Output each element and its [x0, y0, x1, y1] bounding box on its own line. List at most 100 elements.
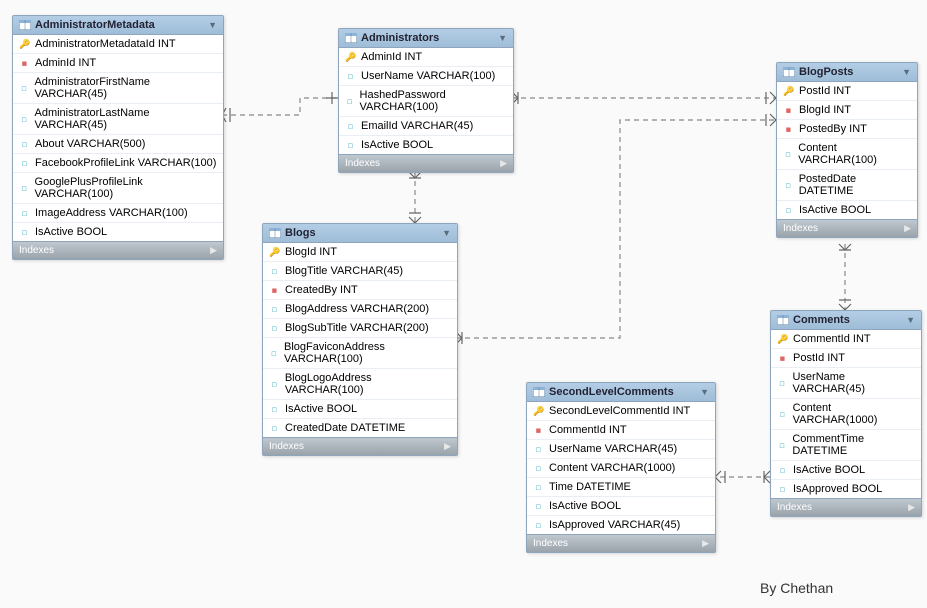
- collapse-icon[interactable]: ▼: [906, 315, 915, 325]
- collapse-icon[interactable]: ▼: [498, 33, 507, 43]
- table-footer[interactable]: Indexes ▶: [263, 437, 457, 455]
- column-row[interactable]: ◇About VARCHAR(500): [13, 135, 223, 154]
- column-row[interactable]: ◇Content VARCHAR(1000): [771, 399, 921, 430]
- table-footer[interactable]: Indexes ▶: [527, 534, 715, 552]
- expand-icon[interactable]: ▶: [908, 502, 915, 513]
- column-row[interactable]: ◆CreatedBy INT: [263, 281, 457, 300]
- table-header[interactable]: AdministratorMetadata ▼: [13, 16, 223, 35]
- column-label: IsActive BOOL: [35, 226, 107, 238]
- column-row[interactable]: 🔑PostId INT: [777, 82, 917, 101]
- column-row[interactable]: ◇PostedDate DATETIME: [777, 170, 917, 201]
- expand-icon[interactable]: ▶: [210, 245, 217, 256]
- column-row[interactable]: ◇Content VARCHAR(100): [777, 139, 917, 170]
- table-header[interactable]: SecondLevelComments ▼: [527, 383, 715, 402]
- table-header[interactable]: Blogs ▼: [263, 224, 457, 243]
- column-row[interactable]: ◇BlogAddress VARCHAR(200): [263, 300, 457, 319]
- column-label: Time DATETIME: [549, 481, 631, 493]
- column-row[interactable]: ◇GooglePlusProfileLink VARCHAR(100): [13, 173, 223, 204]
- column-icon: ◇: [267, 420, 284, 437]
- column-row[interactable]: ◇HashedPassword VARCHAR(100): [339, 86, 513, 117]
- column-row[interactable]: ◆PostId INT: [771, 349, 921, 368]
- table-body: 🔑AdministratorMetadataId INT ◆AdminId IN…: [13, 35, 223, 241]
- column-row[interactable]: ◇FacebookProfileLink VARCHAR(100): [13, 154, 223, 173]
- table-footer[interactable]: Indexes ▶: [13, 241, 223, 259]
- column-row[interactable]: ◆CommentId INT: [527, 421, 715, 440]
- collapse-icon[interactable]: ▼: [700, 387, 709, 397]
- column-row[interactable]: ◇IsActive BOOL: [263, 400, 457, 419]
- column-label: IsApproved BOOL: [793, 483, 882, 495]
- column-row[interactable]: ◇IsActive BOOL: [771, 461, 921, 480]
- table-blog-posts[interactable]: BlogPosts ▼ 🔑PostId INT ◆BlogId INT ◆Pos…: [776, 62, 918, 238]
- column-row[interactable]: ◇UserName VARCHAR(45): [527, 440, 715, 459]
- column-row[interactable]: 🔑BlogId INT: [263, 243, 457, 262]
- column-label: PostId INT: [793, 352, 845, 364]
- table-header[interactable]: Comments ▼: [771, 311, 921, 330]
- column-row[interactable]: ◇IsApproved BOOL: [771, 480, 921, 498]
- column-row[interactable]: 🔑AdministratorMetadataId INT: [13, 35, 223, 54]
- expand-icon[interactable]: ▶: [904, 223, 911, 234]
- column-icon: ◇: [16, 180, 33, 197]
- column-label: UserName VARCHAR(45): [549, 443, 677, 455]
- column-row[interactable]: ◇UserName VARCHAR(45): [771, 368, 921, 399]
- column-row[interactable]: ◇CreatedDate DATETIME: [263, 419, 457, 437]
- table-footer[interactable]: Indexes ▶: [339, 154, 513, 172]
- collapse-icon[interactable]: ▼: [442, 228, 451, 238]
- column-row[interactable]: ◇IsActive BOOL: [339, 136, 513, 154]
- table-second-level-comments[interactable]: SecondLevelComments ▼ 🔑SecondLevelCommen…: [526, 382, 716, 553]
- column-row[interactable]: 🔑AdminId INT: [339, 48, 513, 67]
- expand-icon[interactable]: ▶: [702, 538, 709, 549]
- column-row[interactable]: ◇BlogTitle VARCHAR(45): [263, 262, 457, 281]
- column-icon: ◇: [343, 118, 360, 135]
- column-label: UserName VARCHAR(45): [792, 371, 915, 395]
- column-row[interactable]: ◇ImageAddress VARCHAR(100): [13, 204, 223, 223]
- table-footer[interactable]: Indexes ▶: [771, 498, 921, 516]
- collapse-icon[interactable]: ▼: [208, 20, 217, 30]
- column-label: CreatedBy INT: [285, 284, 358, 296]
- column-label: BlogSubTitle VARCHAR(200): [285, 322, 429, 334]
- column-row[interactable]: ◇IsApproved VARCHAR(45): [527, 516, 715, 534]
- table-title: BlogPosts: [799, 66, 898, 78]
- column-row[interactable]: 🔑SecondLevelCommentId INT: [527, 402, 715, 421]
- column-icon: ◇: [781, 202, 798, 219]
- table-header[interactable]: BlogPosts ▼: [777, 63, 917, 82]
- column-row[interactable]: ◆BlogId INT: [777, 101, 917, 120]
- column-row[interactable]: ◇IsActive BOOL: [13, 223, 223, 241]
- fk-icon: ◆: [531, 422, 548, 439]
- column-icon: ◇: [780, 146, 796, 162]
- column-row[interactable]: ◇Time DATETIME: [527, 478, 715, 497]
- table-administrator-metadata[interactable]: AdministratorMetadata ▼ 🔑AdministratorMe…: [12, 15, 224, 260]
- table-body: 🔑SecondLevelCommentId INT ◆CommentId INT…: [527, 402, 715, 534]
- table-title: SecondLevelComments: [549, 386, 696, 398]
- table-footer[interactable]: Indexes ▶: [777, 219, 917, 237]
- column-row[interactable]: ◇Content VARCHAR(1000): [527, 459, 715, 478]
- table-blogs[interactable]: Blogs ▼ 🔑BlogId INT ◇BlogTitle VARCHAR(4…: [262, 223, 458, 456]
- column-row[interactable]: 🔑CommentId INT: [771, 330, 921, 349]
- column-row[interactable]: ◆AdminId INT: [13, 54, 223, 73]
- column-row[interactable]: ◇IsActive BOOL: [527, 497, 715, 516]
- table-administrators[interactable]: Administrators ▼ 🔑AdminId INT ◇UserName …: [338, 28, 514, 173]
- column-row[interactable]: ◇EmailId VARCHAR(45): [339, 117, 513, 136]
- collapse-icon[interactable]: ▼: [902, 67, 911, 77]
- table-header[interactable]: Administrators ▼: [339, 29, 513, 48]
- column-row[interactable]: ◇BlogFaviconAddress VARCHAR(100): [263, 338, 457, 369]
- column-row[interactable]: ◇BlogSubTitle VARCHAR(200): [263, 319, 457, 338]
- column-row[interactable]: ◇AdministratorFirstName VARCHAR(45): [13, 73, 223, 104]
- column-row[interactable]: ◇BlogLogoAddress VARCHAR(100): [263, 369, 457, 400]
- column-row[interactable]: ◇IsActive BOOL: [777, 201, 917, 219]
- column-icon: ◇: [775, 481, 792, 498]
- column-label: AdministratorLastName VARCHAR(45): [35, 107, 218, 131]
- column-row[interactable]: ◇UserName VARCHAR(100): [339, 67, 513, 86]
- table-body: 🔑CommentId INT ◆PostId INT ◇UserName VAR…: [771, 330, 921, 498]
- column-label: Content VARCHAR(1000): [549, 462, 675, 474]
- column-row[interactable]: ◇AdministratorLastName VARCHAR(45): [13, 104, 223, 135]
- table-title: Blogs: [285, 227, 438, 239]
- column-row[interactable]: ◇CommentTime DATETIME: [771, 430, 921, 461]
- expand-icon[interactable]: ▶: [444, 441, 451, 452]
- column-icon: ◇: [775, 462, 792, 479]
- column-row[interactable]: ◆PostedBy INT: [777, 120, 917, 139]
- table-body: 🔑BlogId INT ◇BlogTitle VARCHAR(45) ◆Crea…: [263, 243, 457, 437]
- expand-icon[interactable]: ▶: [500, 158, 507, 169]
- table-comments[interactable]: Comments ▼ 🔑CommentId INT ◆PostId INT ◇U…: [770, 310, 922, 517]
- table-icon: [777, 315, 789, 325]
- column-label: AdminId INT: [35, 57, 96, 69]
